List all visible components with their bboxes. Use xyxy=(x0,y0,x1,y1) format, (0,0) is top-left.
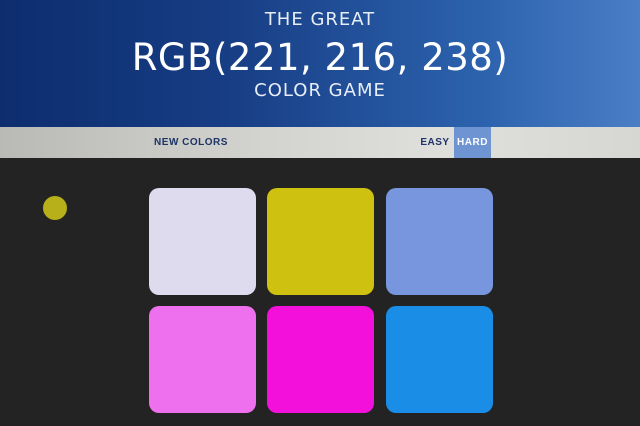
hard-mode-button[interactable]: HARD xyxy=(454,127,491,158)
color-square-2[interactable] xyxy=(267,188,374,295)
color-square-6[interactable] xyxy=(386,306,493,413)
target-rgb-display: RGB(221, 216, 238) xyxy=(131,36,509,79)
color-square-5[interactable] xyxy=(267,306,374,413)
status-dot xyxy=(43,196,67,220)
title-the-great: THE GREAT xyxy=(264,9,376,30)
title-color-game: COLOR GAME xyxy=(254,80,386,101)
new-colors-button[interactable]: NEW COLORS xyxy=(146,127,236,158)
color-square-1[interactable] xyxy=(149,188,256,295)
control-stripe: NEW COLORS EASY HARD xyxy=(0,127,640,158)
color-square-4[interactable] xyxy=(149,306,256,413)
color-square-3[interactable] xyxy=(386,188,493,295)
color-game-page: THE GREAT RGB(221, 216, 238) COLOR GAME … xyxy=(0,0,640,426)
header: THE GREAT RGB(221, 216, 238) COLOR GAME xyxy=(0,0,640,127)
easy-mode-button[interactable]: EASY xyxy=(418,127,452,158)
